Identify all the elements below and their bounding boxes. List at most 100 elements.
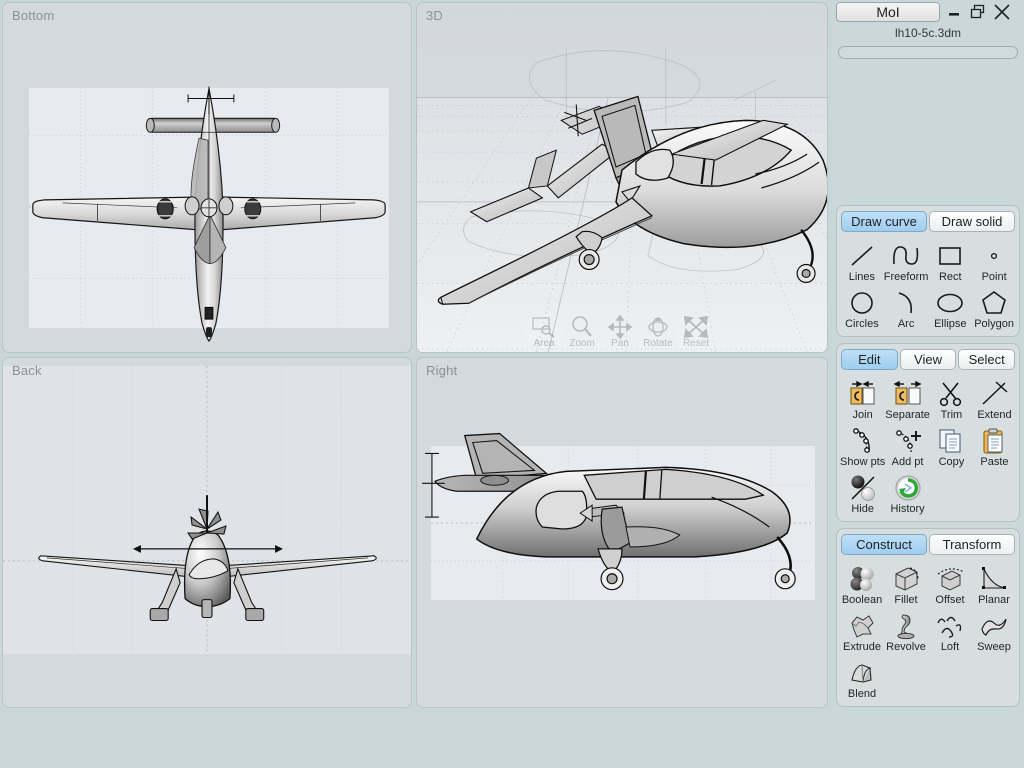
viewport-right-content bbox=[421, 432, 814, 599]
sweep-icon bbox=[978, 609, 1010, 642]
extend-icon bbox=[979, 377, 1009, 410]
tool-history-label: History bbox=[890, 503, 925, 515]
tool-paste-label: Paste bbox=[980, 456, 1009, 468]
tab-select[interactable]: Select bbox=[958, 349, 1016, 370]
minimize-icon bbox=[949, 13, 959, 16]
tool-copy[interactable]: Copy bbox=[930, 422, 973, 468]
tool-boolean-label: Boolean bbox=[841, 594, 883, 606]
tool-blend[interactable]: Blend bbox=[840, 654, 884, 700]
tool-fillet-label: Fillet bbox=[894, 594, 918, 606]
viewport-back[interactable]: Back bbox=[2, 357, 412, 708]
freeform-icon bbox=[890, 239, 922, 272]
copy-icon bbox=[936, 424, 966, 457]
tab-draw-solid[interactable]: Draw solid bbox=[929, 211, 1015, 232]
arc-icon bbox=[891, 286, 921, 319]
construct-tool-grid: Boolean Fillet Offset Planar Extrude Rev… bbox=[840, 560, 1016, 700]
viewport-3d-content bbox=[417, 3, 827, 352]
join-icon bbox=[846, 377, 880, 410]
loft-icon bbox=[934, 609, 966, 642]
nav-zoom-button[interactable]: Zoom bbox=[563, 315, 601, 349]
tool-history[interactable]: History bbox=[885, 469, 930, 515]
edit-tool-grid: Join Separate Trim Extend Show pts Add p… bbox=[840, 375, 1016, 515]
tool-polygon[interactable]: Polygon bbox=[972, 284, 1016, 330]
edit-panel: Edit View Select Join Separate Trim Exte… bbox=[836, 343, 1020, 522]
progress-bar bbox=[838, 46, 1018, 59]
tool-circles-label: Circles bbox=[845, 318, 879, 330]
viewport-bottom[interactable]: Bottom bbox=[2, 2, 412, 353]
rotate-icon bbox=[648, 317, 668, 337]
viewport-right[interactable]: Right bbox=[416, 357, 828, 708]
nav-reset-button[interactable]: Reset bbox=[677, 315, 715, 349]
tool-revolve-label: Revolve bbox=[886, 641, 926, 653]
tool-fillet[interactable]: Fillet bbox=[884, 560, 928, 606]
tool-offset[interactable]: Offset bbox=[928, 560, 972, 606]
minimize-button[interactable] bbox=[944, 2, 964, 22]
tool-ellipse-label: Ellipse bbox=[934, 318, 967, 330]
show-points-icon bbox=[847, 424, 879, 457]
moi-application-window: Bottom 3D Area Zoom Pan Rotate Reset Bac… bbox=[0, 0, 1024, 768]
tool-rect[interactable]: Rect bbox=[928, 237, 972, 283]
tab-view[interactable]: View bbox=[899, 349, 957, 370]
tool-trim-label: Trim bbox=[940, 409, 963, 421]
lines-icon bbox=[847, 239, 877, 272]
bottom-toolbar: File Save Undo bbox=[0, 712, 1024, 768]
tool-add-pt[interactable]: Add pt bbox=[885, 422, 930, 468]
tool-freeform-label: Freeform bbox=[883, 271, 929, 283]
revolve-icon bbox=[890, 609, 922, 642]
tool-loft[interactable]: Loft bbox=[928, 607, 972, 653]
add-point-icon bbox=[892, 424, 924, 457]
tool-arc[interactable]: Arc bbox=[884, 284, 929, 330]
viewport-label-right: Right bbox=[426, 363, 458, 378]
tab-transform[interactable]: Transform bbox=[929, 534, 1015, 555]
viewport-label-3d: 3D bbox=[426, 8, 444, 23]
tool-circles[interactable]: Circles bbox=[840, 284, 884, 330]
tool-extrude[interactable]: Extrude bbox=[840, 607, 884, 653]
nav-pan-button[interactable]: Pan bbox=[601, 315, 639, 349]
nav-area-button[interactable]: Area bbox=[525, 315, 563, 349]
tool-hide[interactable]: Hide bbox=[840, 469, 885, 515]
tool-planar[interactable]: Planar bbox=[972, 560, 1016, 606]
tool-paste[interactable]: Paste bbox=[973, 422, 1016, 468]
tab-draw-curve[interactable]: Draw curve bbox=[841, 211, 927, 232]
tool-point[interactable]: Point bbox=[972, 237, 1016, 283]
draw-tool-grid: Lines Freeform Rect Point Circles Arc El… bbox=[840, 237, 1016, 330]
planar-icon bbox=[978, 562, 1010, 595]
tab-edit[interactable]: Edit bbox=[841, 349, 898, 370]
tab-construct[interactable]: Construct bbox=[841, 534, 927, 555]
restore-button[interactable] bbox=[968, 2, 988, 22]
tool-extend[interactable]: Extend bbox=[973, 375, 1016, 421]
blend-icon bbox=[846, 656, 878, 689]
tool-hide-label: Hide bbox=[851, 503, 874, 515]
close-icon bbox=[994, 4, 1010, 20]
tool-trim[interactable]: Trim bbox=[930, 375, 973, 421]
nav-rotate-button[interactable]: Rotate bbox=[639, 315, 677, 349]
nav-zoom-label: Zoom bbox=[569, 338, 595, 349]
tool-boolean[interactable]: Boolean bbox=[840, 560, 884, 606]
title-bar: MoI bbox=[832, 0, 1024, 24]
tool-freeform[interactable]: Freeform bbox=[883, 237, 929, 283]
tool-revolve[interactable]: Revolve bbox=[884, 607, 928, 653]
restore-icon bbox=[970, 4, 985, 19]
tool-rect-label: Rect bbox=[938, 271, 962, 283]
tool-join[interactable]: Join bbox=[840, 375, 885, 421]
tool-lines[interactable]: Lines bbox=[840, 237, 884, 283]
draw-panel-tabs: Draw curve Draw solid bbox=[840, 210, 1016, 237]
nav-reset-label: Reset bbox=[682, 338, 710, 349]
viewport-3d[interactable]: 3D Area Zoom Pan Rotate Reset bbox=[416, 2, 828, 353]
edit-panel-tabs: Edit View Select bbox=[840, 348, 1016, 375]
tool-sweep[interactable]: Sweep bbox=[972, 607, 1016, 653]
app-title[interactable]: MoI bbox=[836, 2, 940, 22]
filename-label: lh10-5c.3dm bbox=[894, 26, 962, 40]
tool-show-pts[interactable]: Show pts bbox=[840, 422, 885, 468]
view-navigation-toolbar[interactable]: Area Zoom Pan Rotate Reset bbox=[525, 315, 715, 349]
tool-blend-label: Blend bbox=[847, 688, 877, 700]
tool-offset-label: Offset bbox=[935, 594, 965, 606]
history-icon bbox=[893, 471, 923, 504]
tool-ellipse[interactable]: Ellipse bbox=[928, 284, 972, 330]
close-button[interactable] bbox=[992, 2, 1012, 22]
tool-polygon-label: Polygon bbox=[974, 318, 1014, 330]
tool-separate[interactable]: Separate bbox=[885, 375, 930, 421]
hide-icon bbox=[848, 471, 878, 504]
tool-arc-label: Arc bbox=[897, 318, 915, 330]
viewport-back-content bbox=[3, 365, 411, 653]
